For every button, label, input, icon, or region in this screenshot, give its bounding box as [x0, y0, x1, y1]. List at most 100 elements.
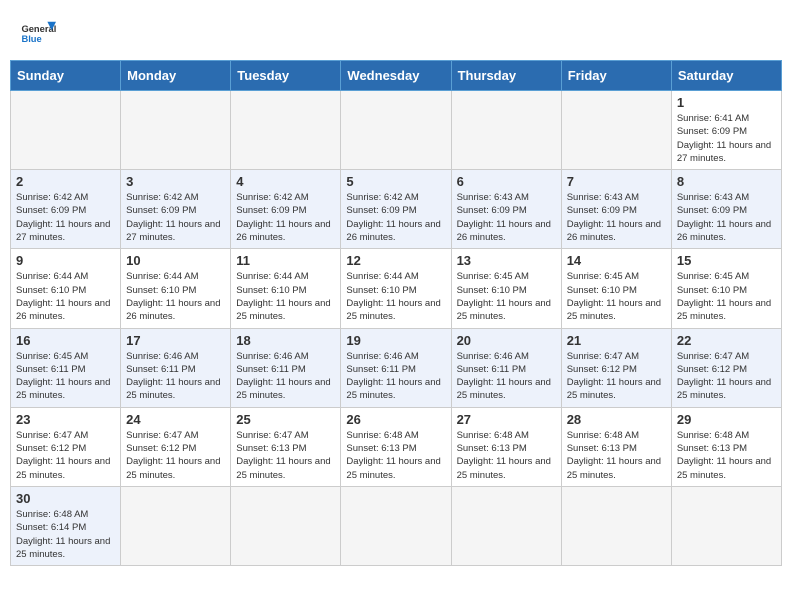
weekday-tuesday: Tuesday	[231, 61, 341, 91]
calendar-cell: 7 Sunrise: 6:43 AMSunset: 6:09 PMDaylight…	[561, 170, 671, 249]
day-number: 7	[567, 174, 666, 189]
weekday-header-row: SundayMondayTuesdayWednesdayThursdayFrid…	[11, 61, 782, 91]
calendar-cell: 26 Sunrise: 6:48 AMSunset: 6:13 PMDayligh…	[341, 407, 451, 486]
calendar-week-3: 16 Sunrise: 6:45 AMSunset: 6:11 PMDayligh…	[11, 328, 782, 407]
weekday-monday: Monday	[121, 61, 231, 91]
calendar-cell: 14 Sunrise: 6:45 AMSunset: 6:10 PMDayligh…	[561, 249, 671, 328]
day-info: Sunrise: 6:44 AMSunset: 6:10 PMDaylight:…	[126, 270, 225, 323]
day-info: Sunrise: 6:43 AMSunset: 6:09 PMDaylight:…	[567, 191, 666, 244]
calendar-cell	[341, 486, 451, 565]
day-info: Sunrise: 6:47 AMSunset: 6:13 PMDaylight:…	[236, 429, 335, 482]
calendar-cell: 15 Sunrise: 6:45 AMSunset: 6:10 PMDayligh…	[671, 249, 781, 328]
calendar-cell	[231, 91, 341, 170]
day-number: 15	[677, 253, 776, 268]
calendar-cell: 17 Sunrise: 6:46 AMSunset: 6:11 PMDayligh…	[121, 328, 231, 407]
calendar-cell: 4Sunrise: 6:42 AMSunset: 6:09 PMDaylight…	[231, 170, 341, 249]
day-number: 2	[16, 174, 115, 189]
calendar-cell: 19 Sunrise: 6:46 AMSunset: 6:11 PMDayligh…	[341, 328, 451, 407]
day-info: Sunrise: 6:41 AMSunset: 6:09 PMDaylight:…	[677, 112, 776, 165]
calendar-cell: 18Sunrise: 6:46 AMSunset: 6:11 PMDayligh…	[231, 328, 341, 407]
weekday-wednesday: Wednesday	[341, 61, 451, 91]
calendar-cell	[11, 91, 121, 170]
calendar-cell: 20 Sunrise: 6:46 AMSunset: 6:11 PMDayligh…	[451, 328, 561, 407]
day-info: Sunrise: 6:44 AMSunset: 6:10 PMDaylight:…	[16, 270, 115, 323]
day-info: Sunrise: 6:42 AMSunset: 6:09 PMDaylight:…	[236, 191, 335, 244]
page-header: General Blue	[0, 0, 792, 60]
day-number: 26	[346, 412, 445, 427]
day-info: Sunrise: 6:48 AMSunset: 6:13 PMDaylight:…	[567, 429, 666, 482]
day-info: Sunrise: 6:48 AMSunset: 6:13 PMDaylight:…	[677, 429, 776, 482]
calendar-cell: 3Sunrise: 6:42 AMSunset: 6:09 PMDaylight…	[121, 170, 231, 249]
day-number: 5	[346, 174, 445, 189]
day-number: 29	[677, 412, 776, 427]
day-number: 9	[16, 253, 115, 268]
day-number: 28	[567, 412, 666, 427]
calendar-cell	[451, 91, 561, 170]
calendar-cell	[451, 486, 561, 565]
day-info: Sunrise: 6:47 AMSunset: 6:12 PMDaylight:…	[567, 350, 666, 403]
calendar-cell: 9 Sunrise: 6:44 AMSunset: 6:10 PMDaylight…	[11, 249, 121, 328]
day-number: 21	[567, 333, 666, 348]
day-number: 24	[126, 412, 225, 427]
day-info: Sunrise: 6:44 AMSunset: 6:10 PMDaylight:…	[346, 270, 445, 323]
day-number: 30	[16, 491, 115, 506]
calendar-cell: 6 Sunrise: 6:43 AMSunset: 6:09 PMDaylight…	[451, 170, 561, 249]
day-info: Sunrise: 6:47 AMSunset: 6:12 PMDaylight:…	[16, 429, 115, 482]
calendar-cell: 5 Sunrise: 6:42 AMSunset: 6:09 PMDaylight…	[341, 170, 451, 249]
calendar-cell: 16 Sunrise: 6:45 AMSunset: 6:11 PMDayligh…	[11, 328, 121, 407]
day-number: 17	[126, 333, 225, 348]
day-number: 22	[677, 333, 776, 348]
day-number: 11	[236, 253, 335, 268]
calendar-week-0: 1 Sunrise: 6:41 AMSunset: 6:09 PMDaylight…	[11, 91, 782, 170]
day-info: Sunrise: 6:45 AMSunset: 6:10 PMDaylight:…	[677, 270, 776, 323]
calendar-cell: 28 Sunrise: 6:48 AMSunset: 6:13 PMDayligh…	[561, 407, 671, 486]
day-number: 25	[236, 412, 335, 427]
day-info: Sunrise: 6:45 AMSunset: 6:10 PMDaylight:…	[457, 270, 556, 323]
weekday-thursday: Thursday	[451, 61, 561, 91]
calendar-cell: 30Sunrise: 6:48 AMSunset: 6:14 PMDayligh…	[11, 486, 121, 565]
calendar-body: 1 Sunrise: 6:41 AMSunset: 6:09 PMDaylight…	[11, 91, 782, 566]
day-number: 16	[16, 333, 115, 348]
calendar-week-1: 2 Sunrise: 6:42 AMSunset: 6:09 PMDaylight…	[11, 170, 782, 249]
day-info: Sunrise: 6:43 AMSunset: 6:09 PMDaylight:…	[677, 191, 776, 244]
calendar-cell	[561, 91, 671, 170]
day-info: Sunrise: 6:46 AMSunset: 6:11 PMDaylight:…	[126, 350, 225, 403]
calendar-cell: 22Sunrise: 6:47 AMSunset: 6:12 PMDayligh…	[671, 328, 781, 407]
day-info: Sunrise: 6:47 AMSunset: 6:12 PMDaylight:…	[126, 429, 225, 482]
calendar-cell: 21 Sunrise: 6:47 AMSunset: 6:12 PMDayligh…	[561, 328, 671, 407]
calendar-week-4: 23 Sunrise: 6:47 AMSunset: 6:12 PMDayligh…	[11, 407, 782, 486]
weekday-sunday: Sunday	[11, 61, 121, 91]
day-number: 3	[126, 174, 225, 189]
calendar-cell	[121, 91, 231, 170]
calendar-cell	[561, 486, 671, 565]
calendar-header: SundayMondayTuesdayWednesdayThursdayFrid…	[11, 61, 782, 91]
calendar-cell	[121, 486, 231, 565]
day-number: 27	[457, 412, 556, 427]
logo: General Blue	[20, 16, 56, 52]
calendar-cell: 12Sunrise: 6:44 AMSunset: 6:10 PMDayligh…	[341, 249, 451, 328]
day-number: 13	[457, 253, 556, 268]
day-info: Sunrise: 6:46 AMSunset: 6:11 PMDaylight:…	[346, 350, 445, 403]
day-number: 8	[677, 174, 776, 189]
calendar-cell	[231, 486, 341, 565]
day-info: Sunrise: 6:43 AMSunset: 6:09 PMDaylight:…	[457, 191, 556, 244]
day-info: Sunrise: 6:48 AMSunset: 6:13 PMDaylight:…	[457, 429, 556, 482]
day-info: Sunrise: 6:42 AMSunset: 6:09 PMDaylight:…	[346, 191, 445, 244]
day-number: 23	[16, 412, 115, 427]
day-info: Sunrise: 6:45 AMSunset: 6:10 PMDaylight:…	[567, 270, 666, 323]
day-number: 1	[677, 95, 776, 110]
day-number: 6	[457, 174, 556, 189]
weekday-saturday: Saturday	[671, 61, 781, 91]
calendar-cell: 23 Sunrise: 6:47 AMSunset: 6:12 PMDayligh…	[11, 407, 121, 486]
day-number: 14	[567, 253, 666, 268]
calendar-cell	[341, 91, 451, 170]
day-number: 19	[346, 333, 445, 348]
day-number: 20	[457, 333, 556, 348]
day-info: Sunrise: 6:46 AMSunset: 6:11 PMDaylight:…	[236, 350, 335, 403]
day-info: Sunrise: 6:46 AMSunset: 6:11 PMDaylight:…	[457, 350, 556, 403]
logo-icon: General Blue	[20, 16, 56, 52]
day-info: Sunrise: 6:45 AMSunset: 6:11 PMDaylight:…	[16, 350, 115, 403]
day-info: Sunrise: 6:44 AMSunset: 6:10 PMDaylight:…	[236, 270, 335, 323]
day-info: Sunrise: 6:48 AMSunset: 6:13 PMDaylight:…	[346, 429, 445, 482]
calendar-cell: 10Sunrise: 6:44 AMSunset: 6:10 PMDayligh…	[121, 249, 231, 328]
